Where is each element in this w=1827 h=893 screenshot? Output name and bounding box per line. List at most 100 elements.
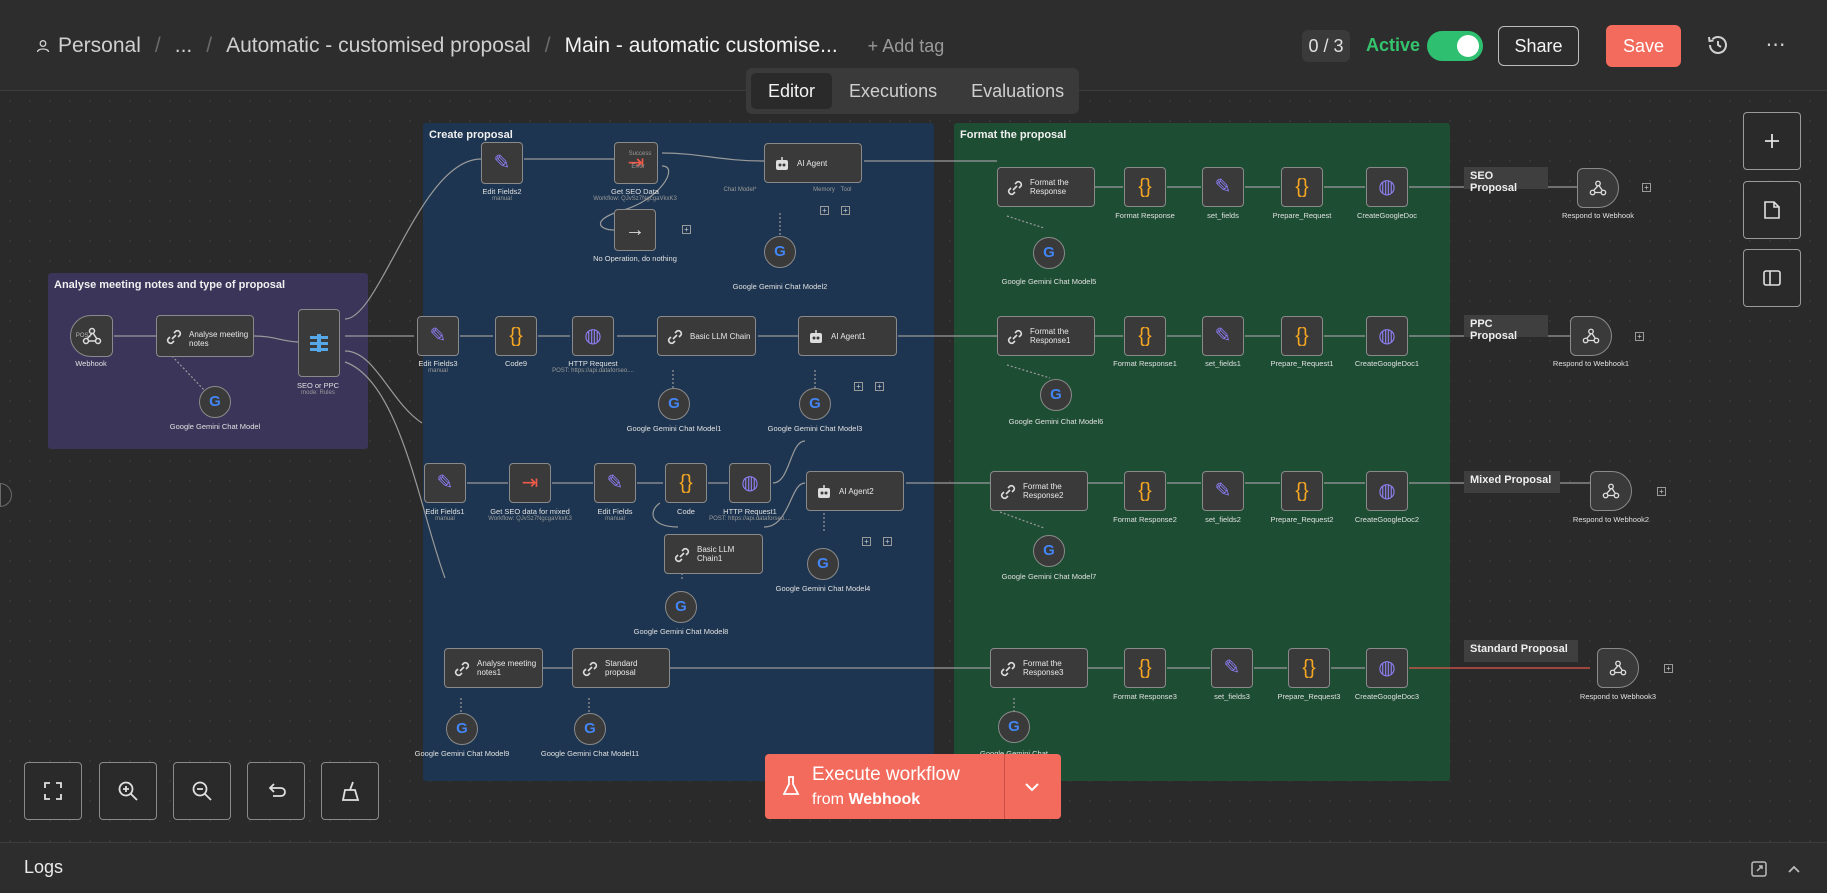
toggle-panel-button[interactable] (1743, 249, 1801, 307)
analyse-notes1-node[interactable]: Analyse meeting notes1 (444, 648, 543, 688)
edit-fields3-node[interactable]: ✎ (417, 316, 459, 356)
tab-editor[interactable]: Editor (751, 73, 833, 109)
tab-evaluations[interactable]: Evaluations (954, 73, 1081, 109)
google-gemini-node[interactable]: G (799, 388, 831, 420)
format-response1-node[interactable]: {} (1124, 316, 1166, 356)
basic-llm-chain-node[interactable]: Basic LLM Chain (657, 316, 756, 356)
breadcrumb-ellipsis[interactable]: ... (175, 34, 193, 58)
basic-llm-chain1-node[interactable]: Basic LLM Chain1 (664, 534, 763, 574)
google-gemini-node[interactable]: G (1033, 237, 1065, 269)
sticky-ppc-proposal[interactable]: PPC Proposal (1464, 315, 1548, 342)
history-icon[interactable] (1706, 33, 1730, 57)
add-node-plus[interactable]: + (1642, 183, 1651, 192)
standard-proposal-node[interactable]: Standard proposal (572, 648, 670, 688)
set-fields-node[interactable]: ✎ (1202, 167, 1244, 207)
save-button[interactable]: Save (1606, 25, 1681, 67)
add-node-button[interactable] (1743, 112, 1801, 170)
google-gemini-node[interactable]: G (665, 591, 697, 623)
prepare-request-node[interactable]: {} (1281, 167, 1323, 207)
respond-to-webhook2-node[interactable] (1590, 471, 1632, 511)
add-tool-plus[interactable]: + (875, 382, 884, 391)
node-title: Basic LLM Chain1 (697, 545, 735, 563)
ai-agent1-node[interactable]: AI Agent1 (798, 316, 897, 356)
google-gemini-node[interactable]: G (1033, 535, 1065, 567)
execute-workflow-button[interactable]: Execute workflow from Webhook (765, 754, 1061, 819)
prepare-request2-node[interactable]: {} (1281, 471, 1323, 511)
add-node-plus[interactable]: + (682, 225, 691, 234)
respond-to-webhook3-node[interactable] (1597, 648, 1639, 688)
breadcrumb-personal[interactable]: Personal (58, 34, 141, 58)
chevron-up-icon[interactable] (1785, 860, 1803, 878)
format-the-response2-node[interactable]: Format the Response2 (990, 471, 1088, 511)
reset-zoom-button[interactable] (247, 762, 305, 820)
google-gemini-node[interactable]: G (199, 386, 231, 418)
node-label: CreateGoogleDoc1 (1354, 359, 1420, 368)
google-gemini-node[interactable]: G (574, 713, 606, 745)
chevron-down-icon[interactable] (1023, 778, 1041, 796)
add-node-plus[interactable]: + (1664, 664, 1673, 673)
add-sticky-button[interactable] (1743, 181, 1801, 239)
tab-executions[interactable]: Executions (832, 73, 954, 109)
add-tag-button[interactable]: + Add tag (868, 36, 945, 57)
more-options-icon[interactable]: ⋯ (1762, 32, 1790, 56)
http-request1-node[interactable]: ◍ (729, 463, 771, 503)
edit-fields1-node[interactable]: ✎ (424, 463, 466, 503)
set-fields1-node[interactable]: ✎ (1202, 316, 1244, 356)
create-google-doc3-node[interactable]: ◍ (1366, 648, 1408, 688)
google-gemini-node[interactable]: G (446, 713, 478, 745)
google-gemini-node[interactable]: G (1040, 379, 1072, 411)
format-response3-node[interactable]: {} (1124, 648, 1166, 688)
add-tool-plus[interactable]: + (883, 537, 892, 546)
add-memory-plus[interactable]: + (820, 206, 829, 215)
edit-fields-node[interactable]: ✎ (594, 463, 636, 503)
respond-to-webhook-node[interactable] (1577, 168, 1619, 208)
set-fields2-node[interactable]: ✎ (1202, 471, 1244, 511)
ai-agent-node[interactable]: AI Agent (764, 143, 862, 183)
analyse-notes-node[interactable]: Analyse meeting notes (156, 315, 254, 357)
workflow-name[interactable]: Main - automatic customise... (565, 34, 838, 58)
format-the-response3-node[interactable]: Format the Response3 (990, 648, 1088, 688)
logs-panel[interactable]: Logs (0, 842, 1827, 893)
get-seo-data-node[interactable]: ⇥ (614, 142, 658, 184)
sticky-mixed-proposal[interactable]: Mixed Proposal (1464, 471, 1560, 493)
create-google-doc-node[interactable]: ◍ (1366, 167, 1408, 207)
ai-agent2-node[interactable]: AI Agent2 (806, 471, 904, 511)
create-google-doc2-node[interactable]: ◍ (1366, 471, 1408, 511)
tidy-up-button[interactable] (321, 762, 379, 820)
zoom-out-button[interactable] (173, 762, 231, 820)
share-button[interactable]: Share (1498, 26, 1579, 66)
workflow-canvas[interactable]: Analyse meeting notes and type of propos… (0, 91, 1827, 842)
http-request-node[interactable]: ◍ (572, 316, 614, 356)
format-response2-node[interactable]: {} (1124, 471, 1166, 511)
no-operation-node[interactable]: → (614, 209, 656, 251)
zoom-in-button[interactable] (99, 762, 157, 820)
active-toggle[interactable] (1427, 31, 1483, 61)
format-the-response1-node[interactable]: Format the Response1 (997, 316, 1095, 356)
sticky-seo-proposal[interactable]: SEO Proposal (1464, 167, 1548, 194)
google-gemini-node[interactable]: G (764, 236, 796, 268)
google-gemini-node[interactable]: G (998, 711, 1030, 743)
get-seo-mixed-node[interactable]: ⇥ (509, 463, 551, 503)
create-google-doc1-node[interactable]: ◍ (1366, 316, 1408, 356)
add-node-plus[interactable]: + (1635, 332, 1644, 341)
add-node-plus[interactable]: + (1657, 487, 1666, 496)
edit-fields2-node[interactable]: ✎ (481, 142, 523, 184)
google-gemini-node[interactable]: G (807, 548, 839, 580)
respond-to-webhook1-node[interactable] (1570, 316, 1612, 356)
code-node[interactable]: {} (665, 463, 707, 503)
seo-or-ppc-switch-node[interactable] (298, 309, 340, 377)
zoom-to-fit-button[interactable] (24, 762, 82, 820)
code9-node[interactable]: {} (495, 316, 537, 356)
prepare-request3-node[interactable]: {} (1288, 648, 1330, 688)
pop-out-icon[interactable] (1750, 860, 1768, 878)
add-memory-plus[interactable]: + (854, 382, 863, 391)
set-fields3-node[interactable]: ✎ (1211, 648, 1253, 688)
add-memory-plus[interactable]: + (862, 537, 871, 546)
sticky-standard-proposal[interactable]: Standard Proposal (1464, 640, 1578, 662)
prepare-request1-node[interactable]: {} (1281, 316, 1323, 356)
google-gemini-node[interactable]: G (658, 388, 690, 420)
add-tool-plus[interactable]: + (841, 206, 850, 215)
breadcrumb-folder[interactable]: Automatic - customised proposal (226, 34, 531, 58)
format-the-response-node[interactable]: Format the Response (997, 167, 1095, 207)
format-response-node[interactable]: {} (1124, 167, 1166, 207)
